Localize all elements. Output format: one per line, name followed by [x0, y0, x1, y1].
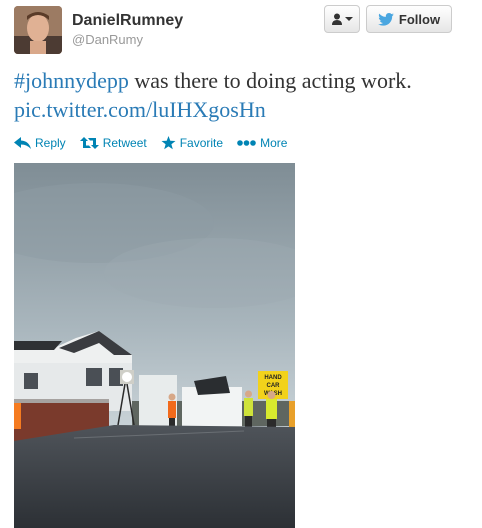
user-icon [331, 13, 342, 25]
tweet-actions: Reply Retweet Favorite More [14, 136, 301, 150]
avatar-photo [14, 6, 62, 54]
svg-text:CAR: CAR [267, 383, 281, 389]
retweet-button[interactable]: Retweet [79, 136, 147, 150]
follow-label: Follow [398, 11, 441, 27]
user-actions-dropdown[interactable] [324, 5, 360, 33]
svg-text:HAND: HAND [264, 375, 282, 381]
screen-name[interactable]: @DanRumy [72, 32, 143, 47]
display-name[interactable]: DanielRumney [72, 12, 183, 30]
more-button[interactable]: More [237, 136, 287, 150]
avatar[interactable] [14, 6, 62, 54]
favorite-label: Favorite [179, 136, 224, 150]
follow-button[interactable]: Follow [366, 5, 452, 33]
more-dots-icon [237, 140, 256, 146]
retweet-icon [79, 137, 99, 149]
retweet-label: Retweet [102, 136, 147, 150]
more-label: More [260, 136, 288, 150]
hashtag-link[interactable]: #johnnydepp [14, 68, 129, 93]
reply-icon [14, 137, 31, 149]
favorite-button[interactable]: Favorite [161, 136, 223, 150]
media-link[interactable]: pic.twitter.com/luIHXgosHn [14, 97, 266, 122]
tweet-text: #johnnydepp was there to doing acting wo… [14, 66, 474, 124]
photo-scene: HAND CAR WASH [14, 163, 295, 528]
reply-label: Reply [35, 136, 66, 150]
reply-button[interactable]: Reply [14, 136, 66, 150]
road [14, 425, 295, 528]
tweet-body-text: was there to doing acting work. [128, 68, 412, 93]
caret-down-icon [344, 17, 353, 21]
star-icon [161, 136, 176, 150]
tweet-photo[interactable]: HAND CAR WASH [14, 163, 295, 528]
twitter-bird-icon [378, 12, 394, 26]
